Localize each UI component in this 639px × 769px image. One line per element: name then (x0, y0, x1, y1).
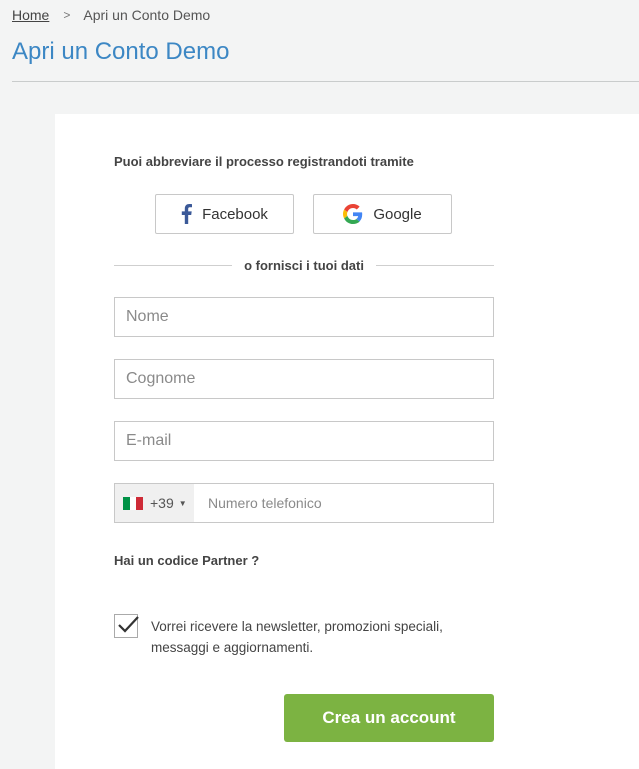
divider-line-right (375, 264, 495, 266)
facebook-button[interactable]: Facebook (155, 194, 294, 234)
or-divider: o fornisci i tuoi dati (114, 255, 495, 275)
partner-code-link[interactable]: Hai un codice Partner ? (114, 553, 259, 568)
italy-flag-icon (123, 496, 144, 510)
breadcrumb: Home > Apri un Conto Demo (12, 7, 210, 23)
first-name-input[interactable] (114, 297, 494, 337)
signup-card: Puoi abbreviare il processo registrandot… (55, 114, 639, 769)
phone-field: +39 ▼ (114, 483, 494, 523)
create-account-button[interactable]: Crea un account (284, 694, 494, 742)
google-icon (343, 204, 363, 224)
title-divider (12, 81, 639, 82)
facebook-button-label: Facebook (202, 205, 268, 223)
checkmark-icon (118, 616, 139, 633)
last-name-input[interactable] (114, 359, 494, 399)
dial-code: +39 (150, 495, 174, 511)
country-code-select[interactable]: +39 ▼ (115, 484, 194, 522)
google-button[interactable]: Google (313, 194, 452, 234)
newsletter-checkbox[interactable] (114, 614, 139, 638)
facebook-icon (181, 204, 193, 224)
divider-line-left (114, 264, 233, 266)
caret-down-icon: ▼ (178, 498, 187, 508)
google-button-label: Google (373, 205, 422, 223)
breadcrumb-home-link[interactable]: Home (12, 7, 49, 23)
social-intro-text: Puoi abbreviare il processo registrandot… (114, 154, 414, 169)
breadcrumb-separator: > (63, 8, 71, 22)
breadcrumb-current: Apri un Conto Demo (83, 7, 211, 23)
divider-text: o fornisci i tuoi dati (244, 257, 364, 273)
email-input[interactable] (114, 421, 494, 461)
phone-number-input[interactable] (194, 484, 493, 522)
page-title: Apri un Conto Demo (12, 38, 230, 65)
newsletter-label: Vorrei ricevere la newsletter, promozion… (151, 619, 443, 655)
